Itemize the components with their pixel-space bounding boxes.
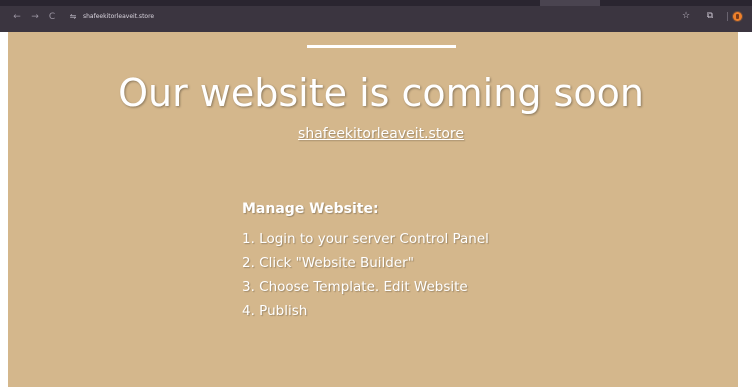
left-margin	[0, 32, 8, 387]
step-item: 4. Publish	[242, 303, 308, 319]
manage-website-section: Manage Website: 1. Login to your server …	[242, 200, 642, 323]
step-item: 1. Login to your server Control Panel	[242, 231, 489, 247]
browser-window: ← → C ⇋ shafeekitorleaveit.store ☆ ⧉ Our…	[0, 0, 752, 387]
right-margin	[738, 32, 752, 387]
reload-icon[interactable]: C	[46, 11, 58, 23]
address-bar[interactable]: shafeekitorleaveit.store	[83, 11, 154, 23]
forward-arrow-icon[interactable]: →	[29, 11, 41, 23]
domain-link[interactable]: shafeekitorleaveit.store	[8, 125, 752, 143]
active-tab[interactable]	[540, 0, 600, 6]
manage-heading: Manage Website:	[242, 201, 379, 217]
tab-strip	[0, 0, 752, 6]
site-info-icon[interactable]: ⇋	[68, 12, 78, 22]
extensions-icon[interactable]: ⧉	[704, 10, 716, 22]
back-arrow-icon[interactable]: ←	[11, 11, 23, 23]
page-title: Our website is coming soon	[118, 71, 644, 115]
bookmark-star-icon[interactable]: ☆	[680, 10, 692, 22]
step-item: 3. Choose Template. Edit Website	[242, 279, 468, 295]
step-item: 2. Click "Website Builder"	[242, 255, 414, 271]
top-divider	[307, 45, 456, 48]
toolbar-separator	[727, 12, 728, 21]
page-content: Our website is coming soon shafeekitorle…	[8, 32, 738, 387]
profile-avatar-icon[interactable]	[733, 12, 742, 21]
browser-toolbar: ← → C ⇋ shafeekitorleaveit.store ☆ ⧉	[0, 0, 752, 32]
